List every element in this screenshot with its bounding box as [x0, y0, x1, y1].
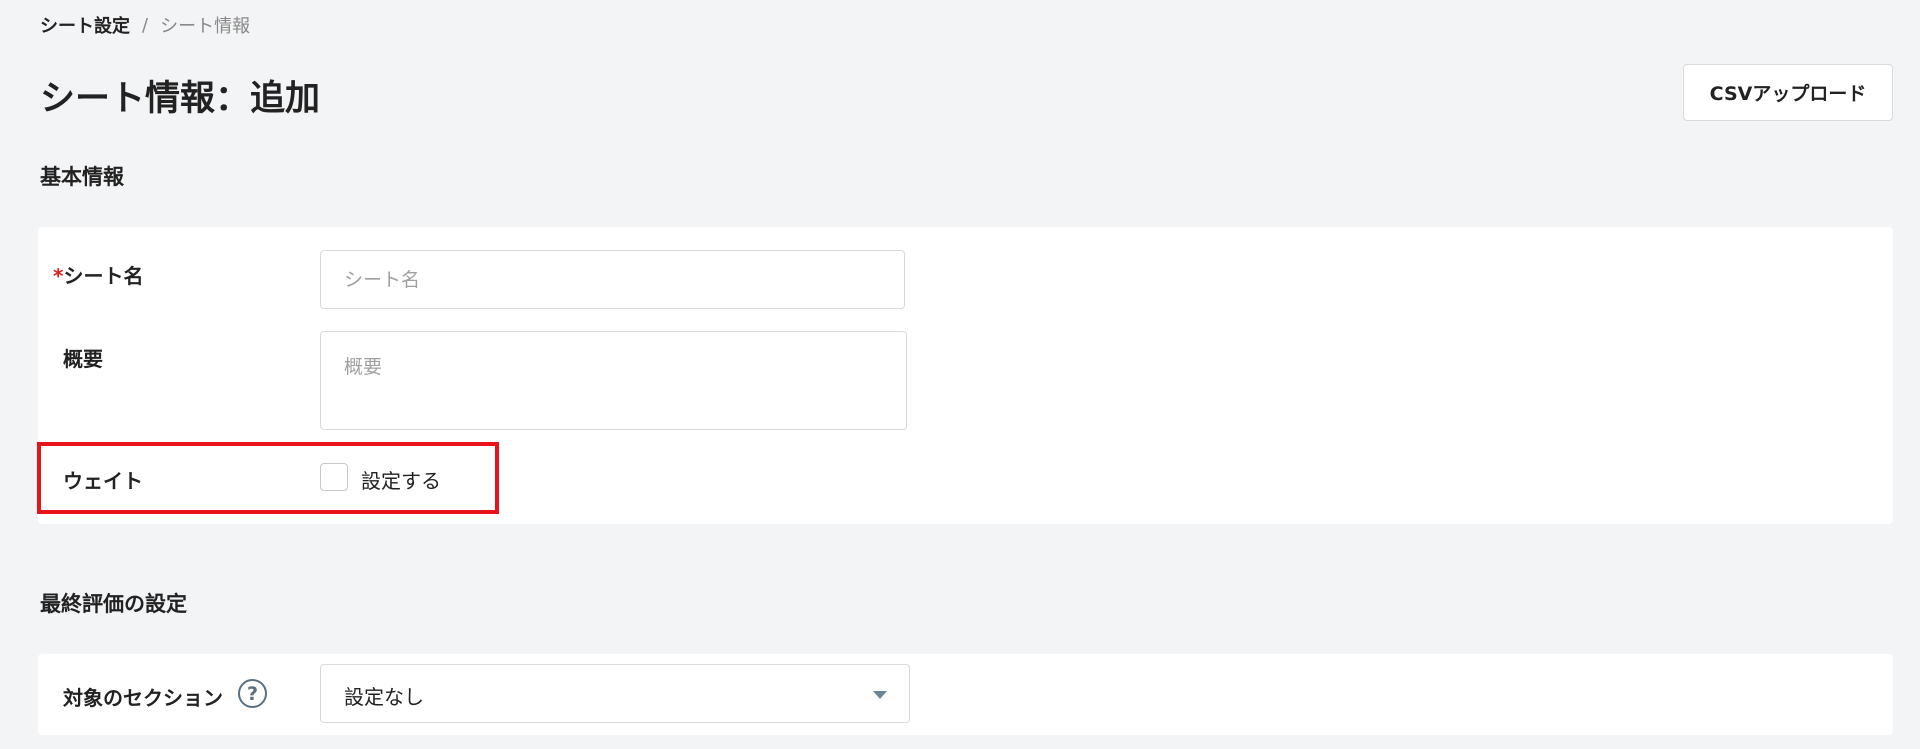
breadcrumb-separator: / [142, 14, 149, 36]
target-section-select[interactable]: 設定なし [320, 664, 910, 723]
target-section-selected-value: 設定なし [344, 685, 424, 709]
section-heading-basic-info: 基本情報 [40, 165, 124, 189]
target-section-label: 対象のセクション [63, 686, 223, 710]
breadcrumb-link-sheet-settings[interactable]: シート設定 [40, 12, 130, 38]
summary-label: 概要 [63, 347, 103, 371]
required-marker: * [53, 264, 64, 288]
final-evaluation-card [38, 654, 1893, 735]
sheet-name-label: *シート名 [53, 260, 143, 289]
page-title: シート情報：追加 [40, 79, 321, 119]
sheet-name-label-text: シート名 [63, 264, 144, 288]
help-circle-icon[interactable]: ? [238, 679, 267, 708]
sheet-name-input[interactable] [320, 250, 905, 309]
highlight-annotation-box [37, 442, 499, 514]
summary-textarea[interactable] [320, 331, 907, 430]
breadcrumb: シート設定 / シート情報 [40, 12, 250, 38]
section-heading-final-evaluation: 最終評価の設定 [40, 592, 187, 616]
chevron-down-icon [873, 691, 887, 699]
csv-upload-button[interactable]: CSVアップロード [1683, 64, 1893, 121]
breadcrumb-current: シート情報 [160, 16, 251, 37]
